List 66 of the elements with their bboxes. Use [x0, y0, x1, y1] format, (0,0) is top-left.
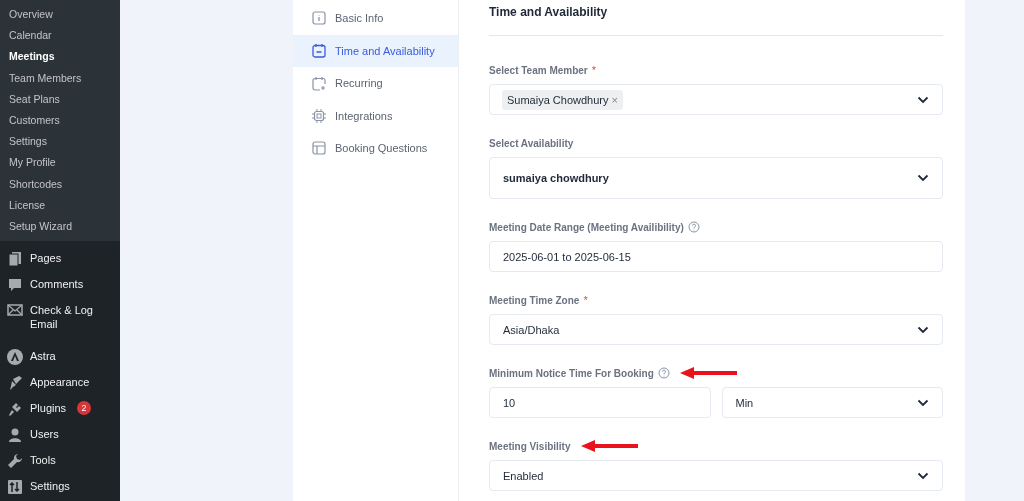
select-field[interactable]: Enabled — [489, 460, 943, 491]
required-mark: * — [591, 64, 597, 76]
tab[interactable]: Basic Info — [293, 2, 458, 35]
submenu-item[interactable]: License — [0, 194, 120, 216]
submenu-item[interactable]: My Profile — [0, 152, 120, 174]
settings-icon — [7, 479, 23, 496]
menu-item[interactable]: Pages — [30, 251, 102, 266]
pages-icon — [7, 251, 23, 268]
chevron-down-icon — [917, 95, 929, 104]
calendar-icon — [312, 43, 326, 59]
menu-item[interactable]: Settings — [30, 479, 102, 494]
submenu-item[interactable]: Shortcodes — [0, 173, 120, 195]
required-mark: * — [583, 294, 588, 306]
tab[interactable]: Booking Questions — [293, 132, 458, 165]
chevron-down-icon — [917, 325, 929, 334]
submenu-item[interactable]: Seat Plans — [0, 88, 120, 110]
menu-item[interactable]: Plugins — [30, 401, 67, 416]
astra-logo-icon — [7, 349, 23, 366]
submenu-item[interactable]: Customers — [0, 109, 120, 132]
plug-icon — [7, 401, 23, 418]
menu-item[interactable]: Astra — [30, 349, 102, 364]
submenu-item[interactable]: Overview — [0, 4, 120, 26]
field-label: Meeting Time Zone — [489, 294, 580, 306]
select-field[interactable]: Asia/Dhaka — [489, 314, 943, 345]
tab[interactable]: Integrations — [293, 99, 458, 132]
info-icon — [312, 11, 326, 26]
brush-icon — [7, 375, 23, 392]
selected-tag: Sumaiya Chowdhury × — [502, 89, 623, 110]
chip-icon — [312, 108, 326, 123]
multi-select-field[interactable]: Sumaiya Chowdhury × — [489, 84, 943, 115]
input-field[interactable]: 2025-06-01 to 2025-06-15 — [489, 241, 943, 272]
annotation-arrow — [580, 440, 639, 452]
menu-item[interactable]: Appearance — [30, 375, 102, 390]
field-label: Meeting Date Range (Meeting Availibility) — [489, 221, 684, 233]
help-icon — [657, 367, 670, 379]
wrench-icon — [7, 453, 23, 470]
chevron-down-icon — [917, 471, 929, 480]
field-label: Select Team Member — [489, 64, 588, 76]
menu-item[interactable]: Check & Log Email — [30, 303, 102, 332]
help-icon — [687, 221, 700, 233]
comment-icon — [7, 277, 23, 294]
chevron-down-icon — [917, 174, 929, 182]
select-field[interactable]: sumaiya chowdhury — [489, 157, 943, 199]
chevron-down-icon — [917, 398, 929, 407]
submenu-item[interactable]: Settings — [0, 131, 120, 153]
select-field[interactable]: Min — [721, 387, 943, 418]
section-title: Time and Availability — [489, 0, 943, 36]
calendar-plus-icon — [312, 75, 326, 91]
menu-item[interactable]: Users — [30, 427, 102, 442]
menu-item[interactable]: Comments — [30, 277, 102, 292]
envelope-icon — [7, 303, 23, 318]
tab[interactable]: Time and Availability — [293, 34, 458, 67]
field-label: Meeting Visibility — [489, 440, 571, 452]
tab[interactable]: Recurring — [293, 67, 458, 100]
count-badge: 2 — [77, 401, 92, 416]
field-label: Select Availability — [489, 137, 574, 149]
table-icon — [312, 141, 326, 156]
annotation-arrow — [679, 367, 738, 379]
user-icon — [7, 427, 23, 444]
submenu-item[interactable]: Team Members — [0, 67, 120, 89]
input-field[interactable]: 10 — [489, 387, 711, 418]
submenu-item[interactable]: Setup Wizard — [0, 215, 120, 238]
field-label: Minimum Notice Time For Booking — [489, 367, 654, 379]
menu-item[interactable]: Tools — [30, 453, 102, 468]
submenu-item[interactable]: Calendar — [0, 25, 120, 47]
submenu-item[interactable]: Meetings — [0, 46, 120, 68]
